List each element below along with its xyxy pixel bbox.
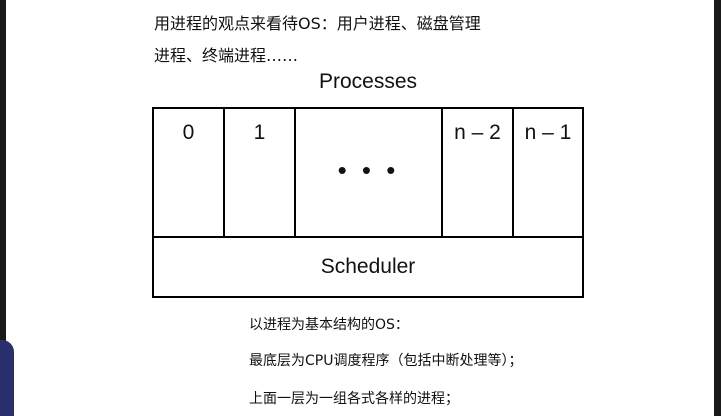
heading-line-2: 进程、终端进程…… bbox=[154, 46, 299, 65]
note-line-1: 以进程为基本结构的OS： bbox=[249, 317, 409, 333]
process-cell-n-minus-1: n – 1 bbox=[524, 121, 572, 144]
diagram-title: Processes bbox=[318, 70, 418, 93]
heading-line-1: 用进程的观点来看待OS：用户进程、磁盘管理 bbox=[154, 14, 481, 33]
process-cell-0: 0 bbox=[154, 109, 225, 236]
slide: 用进程的观点来看待OS：用户进程、磁盘管理 进程、终端进程…… Processe… bbox=[6, 0, 714, 416]
process-cell-n-minus-2: n – 2 bbox=[443, 109, 514, 236]
scheduler-box: Scheduler bbox=[152, 236, 584, 298]
note-line-2: 最底层为CPU调度程序（包括中断处理等）； bbox=[249, 353, 523, 369]
process-cell-1: 1 bbox=[225, 109, 296, 236]
note-line-3: 上面一层为一组各式各样的进程； bbox=[249, 391, 459, 407]
process-cell-ellipsis: • • • bbox=[296, 109, 443, 236]
process-row: 0 1 • • • n – 2 n – 1 bbox=[152, 107, 584, 238]
presenter-figure bbox=[0, 340, 14, 416]
